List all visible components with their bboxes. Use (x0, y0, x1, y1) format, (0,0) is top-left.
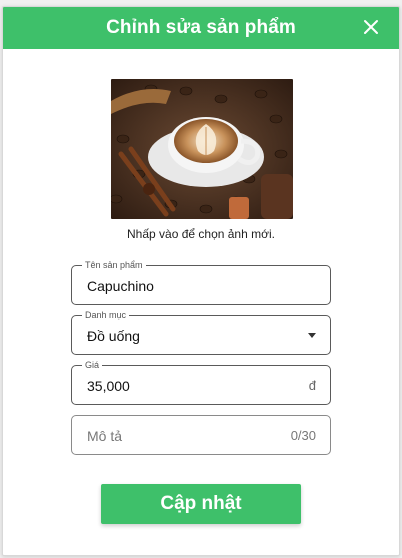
close-icon[interactable] (361, 17, 381, 37)
price-value: 35,000 (87, 378, 130, 394)
price-label: Giá (82, 360, 103, 371)
category-label: Danh mục (82, 310, 130, 321)
chevron-down-icon (308, 333, 316, 338)
description-placeholder: Mô tả (87, 428, 123, 444)
category-value: Đồ uống (87, 328, 140, 344)
description-field[interactable]: Mô tả 0/30 (71, 415, 331, 455)
dialog-header: Chỉnh sửa sản phẩm (3, 7, 399, 49)
product-image[interactable] (111, 79, 293, 219)
product-name-label: Tên sản phẩm (82, 260, 146, 271)
image-hint: Nhấp vào để chọn ảnh mới. (127, 227, 275, 241)
category-select[interactable]: Danh mục Đồ uống (71, 310, 331, 355)
currency-suffix: đ (308, 378, 316, 393)
update-button[interactable]: Cập nhật (101, 484, 301, 524)
description-counter: 0/30 (290, 428, 316, 443)
product-name-field[interactable]: Tên sản phẩm Capuchino (71, 260, 331, 305)
dialog-title: Chỉnh sửa sản phẩm (106, 17, 296, 38)
edit-product-dialog: Chỉnh sửa sản phẩm Nhấp vào để chọn ảnh … (2, 6, 400, 556)
product-name-value: Capuchino (87, 278, 154, 294)
price-field[interactable]: Giá 35,000 đ (71, 360, 331, 405)
